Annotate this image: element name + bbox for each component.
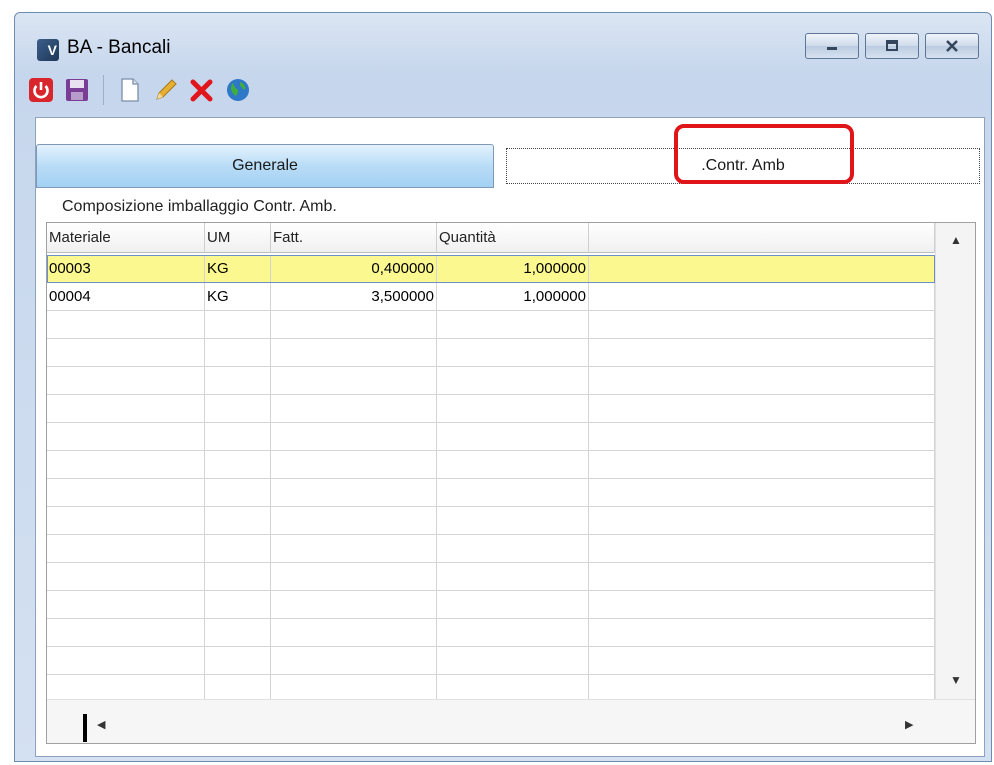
toolbar-separator: [103, 75, 104, 105]
cell-um[interactable]: KG: [205, 255, 271, 283]
client-area: Generale .Contr. Amb Composizione imball…: [35, 117, 985, 757]
empty-row[interactable]: [47, 563, 935, 591]
empty-row[interactable]: [47, 591, 935, 619]
cell-fatt[interactable]: 0,400000: [271, 255, 437, 283]
tab-contr-amb[interactable]: .Contr. Amb: [506, 148, 980, 184]
composition-grid: Materiale UM Fatt. Quantità 00003 KG 0,4…: [46, 222, 976, 744]
cell-fatt[interactable]: 3,500000: [271, 283, 437, 311]
empty-row[interactable]: [47, 339, 935, 367]
tab-bar: Generale .Contr. Amb: [36, 132, 986, 188]
cell-materiale[interactable]: 00003: [47, 255, 205, 283]
tab-generale-label: Generale: [232, 157, 298, 174]
toolbar: [27, 73, 252, 107]
column-header-quantita[interactable]: Quantità: [437, 223, 589, 253]
edit-button[interactable]: [152, 76, 180, 104]
tab-contr-amb-label: .Contr. Amb: [701, 157, 785, 174]
title-bar[interactable]: V BA - Bancali: [15, 13, 991, 69]
scroll-up-icon[interactable]: ▲: [936, 233, 975, 247]
empty-row[interactable]: [47, 423, 935, 451]
scroll-left-icon[interactable]: ◀: [97, 718, 105, 731]
grid-header: Materiale UM Fatt. Quantità: [47, 223, 935, 253]
section-label: Composizione imballaggio Contr. Amb.: [62, 198, 337, 215]
vertical-scrollbar[interactable]: ▲ ▼: [935, 223, 975, 699]
table-row[interactable]: 00003 KG 0,400000 1,000000: [47, 255, 935, 283]
save-icon: [66, 79, 88, 101]
empty-row[interactable]: [47, 367, 935, 395]
column-header-um[interactable]: UM: [205, 223, 271, 253]
empty-row[interactable]: [47, 311, 935, 339]
horizontal-scrollbar[interactable]: ◀ ▶: [47, 699, 975, 743]
globe-button[interactable]: [224, 76, 252, 104]
scroll-down-icon[interactable]: ▼: [936, 673, 975, 687]
maximize-button[interactable]: [865, 33, 919, 59]
scroll-right-icon[interactable]: ▶: [905, 718, 913, 731]
empty-row[interactable]: [47, 507, 935, 535]
power-button[interactable]: [27, 76, 55, 104]
cell-quantita[interactable]: 1,000000: [437, 255, 589, 283]
edit-pencil-icon: [156, 79, 177, 100]
empty-row[interactable]: [47, 451, 935, 479]
close-icon: [946, 40, 958, 52]
grid-rows: 00003 KG 0,400000 1,000000 00004 KG 3,50…: [47, 255, 935, 703]
cell-blank[interactable]: [589, 255, 935, 283]
minimize-button[interactable]: [805, 33, 859, 59]
new-button[interactable]: [116, 76, 144, 104]
delete-button[interactable]: [188, 76, 216, 104]
empty-row[interactable]: [47, 647, 935, 675]
main-window: V BA - Bancali Generale .Contr. Amb Comp…: [14, 12, 992, 762]
cell-quantita[interactable]: 1,000000: [437, 283, 589, 311]
globe-icon: [227, 79, 249, 101]
delete-x-icon: [190, 79, 213, 102]
app-icon: V: [37, 39, 59, 61]
row-indicator: [83, 714, 87, 742]
window-title: BA - Bancali: [67, 37, 171, 58]
table-row[interactable]: 00004 KG 3,500000 1,000000: [47, 283, 935, 311]
cell-blank[interactable]: [589, 283, 935, 311]
cell-um[interactable]: KG: [205, 283, 271, 311]
column-header-materiale[interactable]: Materiale: [47, 223, 205, 253]
new-document-icon: [121, 78, 139, 102]
minimize-icon: [827, 47, 837, 50]
empty-row[interactable]: [47, 619, 935, 647]
save-button[interactable]: [63, 76, 91, 104]
tab-generale[interactable]: Generale: [36, 144, 494, 188]
empty-row[interactable]: [47, 535, 935, 563]
maximize-icon: [886, 40, 898, 51]
column-header-blank: [589, 223, 935, 253]
empty-row[interactable]: [47, 479, 935, 507]
empty-row[interactable]: [47, 395, 935, 423]
power-icon: [29, 78, 53, 102]
cell-materiale[interactable]: 00004: [47, 283, 205, 311]
column-header-fatt[interactable]: Fatt.: [271, 223, 437, 253]
close-button[interactable]: [925, 33, 979, 59]
